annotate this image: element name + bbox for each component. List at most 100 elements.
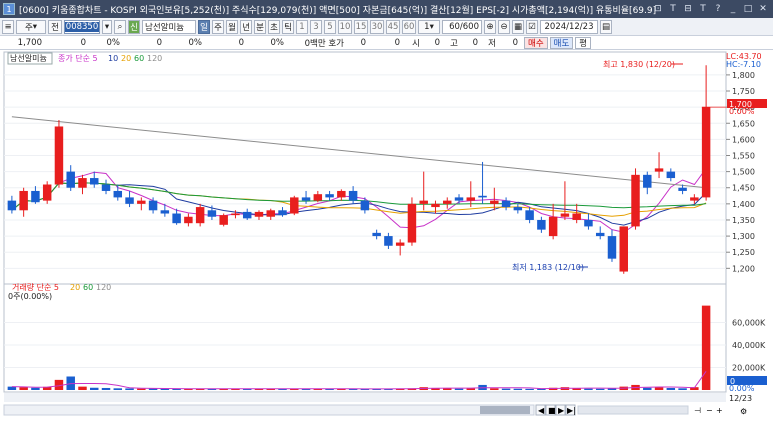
candle-body [607, 236, 617, 259]
period-week[interactable]: 주 [212, 19, 224, 34]
text-icon[interactable]: T [667, 2, 679, 15]
market-label: 주 [24, 22, 33, 33]
save-icon[interactable]: ⊟ [682, 2, 694, 15]
bar-count-input[interactable]: 60/600 [442, 19, 482, 34]
font-icon[interactable]: T [697, 2, 709, 15]
candle[interactable] [195, 203, 205, 227]
settings-icon[interactable]: ⚙ [740, 407, 747, 416]
stock-chart[interactable]: 1,8001,7501,7001,6501,6001,5501,5001,450… [0, 50, 773, 422]
candle-body [643, 174, 652, 188]
candle-body [113, 190, 123, 198]
stock-code-input[interactable]: 008350 [64, 19, 100, 34]
candle-body [666, 171, 676, 179]
price-tick-label: 1,500 [732, 168, 755, 177]
min-15[interactable]: 15 [354, 19, 368, 34]
grid-icon[interactable]: ▦ [512, 19, 524, 34]
candle-body [478, 195, 487, 198]
candle[interactable] [631, 168, 640, 230]
min-10[interactable]: 10 [338, 19, 352, 34]
candle[interactable] [42, 181, 52, 204]
buy-button[interactable]: 매수 [524, 36, 548, 49]
min-60[interactable]: 60 [402, 19, 416, 34]
zoom-reset-icon[interactable]: ⊣ [694, 406, 701, 415]
period-year[interactable]: 년 [240, 19, 252, 34]
volume-bar [643, 387, 652, 390]
quote-ask: 0 [360, 37, 366, 48]
candle[interactable] [619, 226, 628, 274]
period-month[interactable]: 월 [226, 19, 238, 34]
price-tick-label: 1,350 [732, 216, 755, 225]
candle-body [537, 219, 546, 230]
calendar-check-icon[interactable]: ☑ [526, 19, 538, 34]
window-icon: 1 [3, 3, 15, 15]
link-icon[interactable]: ⊡ [652, 2, 664, 15]
candle-body [242, 211, 252, 219]
candle-body [372, 232, 381, 237]
period-second[interactable]: 초 [268, 19, 280, 34]
candle-body [337, 190, 346, 198]
close-icon[interactable]: ✕ [757, 2, 769, 15]
volume-bar [31, 387, 40, 390]
candle-body [66, 171, 75, 188]
candle-body [595, 232, 605, 237]
period-minute[interactable]: 분 [254, 19, 266, 34]
volume-legend-ma120: 120 [96, 283, 111, 292]
quote-amount: 0 [238, 37, 244, 48]
chart-area[interactable]: 1,8001,7501,7001,6501,6001,5501,5001,450… [0, 50, 773, 422]
menu-icon[interactable]: ≡ [2, 19, 14, 34]
quote-amount-rate: 0% [270, 37, 285, 48]
period-day[interactable]: 일 [198, 19, 210, 34]
candle-body [360, 200, 370, 211]
candle[interactable] [290, 195, 299, 216]
zoom-in-icon[interactable]: ⊕ [484, 19, 496, 34]
candle-body [19, 190, 28, 211]
quote-trade-label: 0백만 호가 [304, 38, 344, 49]
date-input[interactable]: 2024/12/23 [540, 19, 598, 34]
prev-icon: ◀ [538, 406, 545, 415]
candle[interactable] [219, 213, 228, 227]
min-45[interactable]: 45 [386, 19, 400, 34]
candle-body [90, 178, 99, 185]
min-30[interactable]: 30 [370, 19, 384, 34]
end-icon: ▶| [567, 406, 576, 415]
search-icon[interactable]: ⌕ [114, 19, 126, 34]
scrollbar[interactable] [3, 404, 535, 416]
volume-bar [666, 387, 676, 390]
candle-body [384, 236, 393, 246]
favorite-icon[interactable]: 신 [128, 19, 140, 34]
minimize-icon[interactable]: _ [727, 2, 739, 15]
tick-count-value: 1 [424, 21, 430, 32]
volume-bar [137, 388, 146, 390]
legend-ma5: 종가 단순 5 [58, 53, 98, 63]
code-dropdown-icon[interactable]: ▾ [102, 19, 112, 34]
scroll-thumb[interactable] [480, 406, 530, 414]
calendar-icon[interactable]: ▤ [600, 19, 612, 34]
zoom-out-button[interactable]: − [706, 406, 713, 415]
zoom-slider[interactable] [577, 405, 689, 415]
title-bar: 1 [0600] 키움종합차트 - KOSPI 외국인보유[5,252(천)] … [0, 0, 773, 18]
period-select[interactable]: 전 [48, 19, 62, 34]
zoom-out-icon[interactable]: ⊖ [498, 19, 510, 34]
market-select[interactable]: 주 ▾ [16, 19, 46, 34]
min-1[interactable]: 1 [296, 19, 308, 34]
maximize-icon[interactable]: □ [742, 2, 754, 15]
zoom-in-button[interactable]: + [716, 406, 723, 415]
min-5[interactable]: 5 [324, 19, 336, 34]
candle[interactable] [407, 197, 417, 246]
candle-body [560, 213, 570, 217]
eval-button[interactable]: 평 [575, 36, 592, 49]
low-label: 저 [488, 38, 496, 49]
candle-body [654, 168, 664, 172]
volume-bar [584, 388, 593, 390]
candle-body [525, 210, 534, 220]
price-tick-label: 1,250 [732, 248, 755, 257]
volume-bar [454, 388, 464, 390]
help-icon[interactable]: ? [712, 2, 724, 15]
candle[interactable] [54, 120, 64, 188]
period-tick[interactable]: 틱 [282, 19, 294, 34]
min-3[interactable]: 3 [310, 19, 322, 34]
candle-body [231, 213, 240, 216]
tick-count-select[interactable]: 1 ▾ [418, 19, 440, 34]
quote-change: 0 [80, 37, 86, 48]
sell-button[interactable]: 매도 [549, 36, 574, 49]
